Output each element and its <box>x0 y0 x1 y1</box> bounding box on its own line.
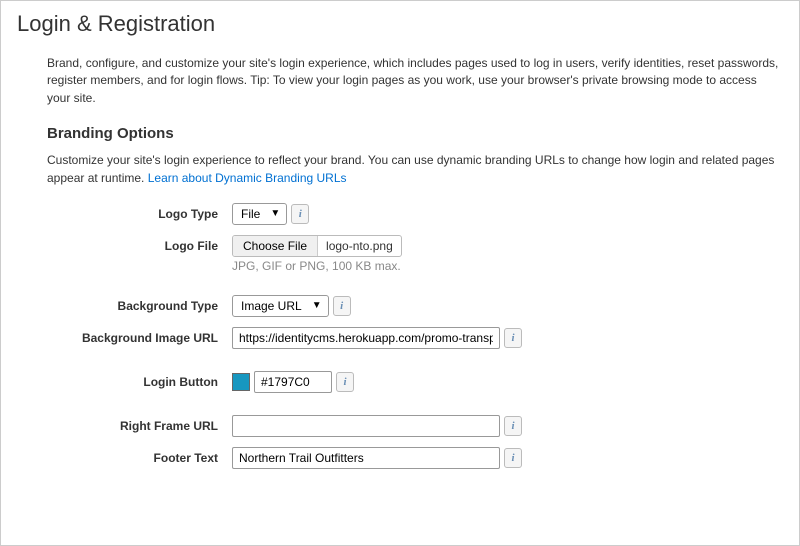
logo-file-hint: JPG, GIF or PNG, 100 KB max. <box>232 259 783 273</box>
login-registration-panel: Login & Registration Brand, configure, a… <box>0 0 800 546</box>
logo-file-label: Logo File <box>17 239 232 253</box>
background-image-url-info-icon[interactable]: i <box>504 328 522 348</box>
background-type-value: Image URL <box>241 299 302 313</box>
footer-text-info-icon[interactable]: i <box>504 448 522 468</box>
page-title: Login & Registration <box>17 11 783 37</box>
footer-text-row: Footer Text i <box>17 447 783 469</box>
branding-section-title: Branding Options <box>47 125 783 142</box>
footer-text-input[interactable] <box>232 447 500 469</box>
login-button-row: Login Button i <box>17 371 783 393</box>
footer-text-label: Footer Text <box>17 451 232 465</box>
login-button-color-swatch[interactable] <box>232 373 250 391</box>
background-type-select[interactable]: Image URL ▼ <box>232 295 329 317</box>
logo-type-info-icon[interactable]: i <box>291 204 309 224</box>
background-image-url-row: Background Image URL i <box>17 327 783 349</box>
logo-file-name: logo-nto.png <box>318 239 401 253</box>
background-image-url-input[interactable] <box>232 327 500 349</box>
right-frame-url-row: Right Frame URL i <box>17 415 783 437</box>
chevron-down-icon: ▼ <box>270 208 280 219</box>
logo-type-row: Logo Type File ▼ i <box>17 203 783 225</box>
logo-type-value: File <box>241 207 260 221</box>
logo-type-select[interactable]: File ▼ <box>232 203 287 225</box>
login-button-color-input[interactable] <box>254 371 332 393</box>
right-frame-url-label: Right Frame URL <box>17 419 232 433</box>
background-type-label: Background Type <box>17 299 232 313</box>
branding-section-description: Customize your site's login experience t… <box>47 152 783 187</box>
background-image-url-label: Background Image URL <box>17 331 232 345</box>
choose-file-button[interactable]: Choose File <box>233 236 318 256</box>
login-button-label: Login Button <box>17 375 232 389</box>
background-type-row: Background Type Image URL ▼ i <box>17 295 783 317</box>
page-description: Brand, configure, and customize your sit… <box>47 55 783 107</box>
logo-file-row: Logo File Choose File logo-nto.png <box>17 235 783 257</box>
logo-type-label: Logo Type <box>17 207 232 221</box>
dynamic-branding-link[interactable]: Learn about Dynamic Branding URLs <box>148 171 347 185</box>
background-type-info-icon[interactable]: i <box>333 296 351 316</box>
right-frame-url-info-icon[interactable]: i <box>504 416 522 436</box>
right-frame-url-input[interactable] <box>232 415 500 437</box>
chevron-down-icon: ▼ <box>312 300 322 311</box>
logo-file-input[interactable]: Choose File logo-nto.png <box>232 235 402 257</box>
login-button-info-icon[interactable]: i <box>336 372 354 392</box>
